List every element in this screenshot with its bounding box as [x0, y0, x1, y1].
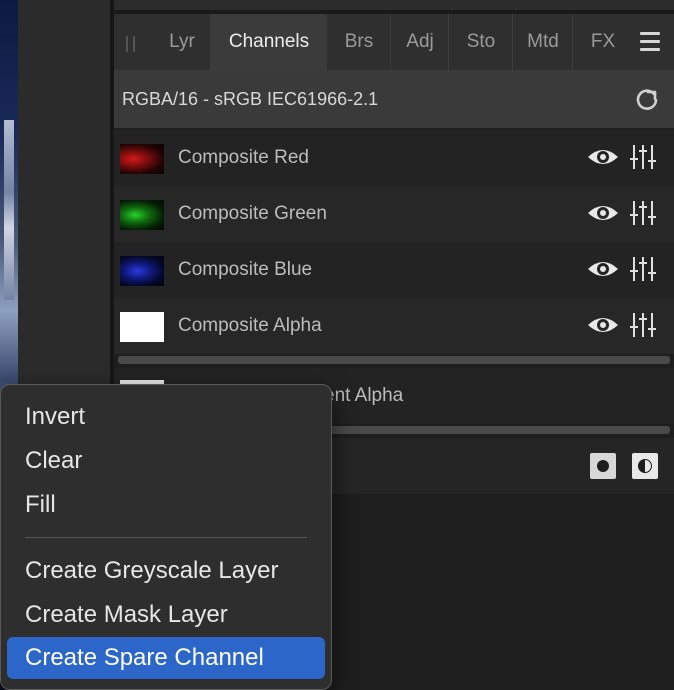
mask-invert-icon[interactable]	[632, 453, 658, 479]
channel-label: ent Alpha	[324, 385, 404, 406]
tab-adjustments[interactable]: Adj	[390, 14, 449, 70]
channel-sliders-icon[interactable]	[629, 255, 657, 283]
channel-thumbnail	[120, 312, 164, 342]
channel-row-alpha[interactable]: Composite Alpha	[114, 298, 674, 354]
menu-item-create-greyscale-layer[interactable]: Create Greyscale Layer	[25, 551, 278, 591]
tab-stock[interactable]: Sto	[448, 14, 513, 70]
channel-sliders-icon[interactable]	[629, 143, 657, 171]
refresh-icon[interactable]	[634, 87, 660, 113]
channel-row-red[interactable]: Composite Red	[114, 130, 674, 186]
visibility-eye-icon[interactable]	[586, 314, 620, 336]
panel-menu-icon[interactable]	[640, 32, 660, 51]
menu-item-label: Create Spare Channel	[25, 644, 264, 671]
section-scrollbar[interactable]	[118, 356, 670, 364]
channel-sliders-icon[interactable]	[629, 199, 657, 227]
tab-brushes[interactable]: Brs	[326, 14, 391, 70]
channel-label: Composite Alpha	[178, 315, 322, 336]
channel-thumbnail	[120, 144, 164, 174]
visibility-eye-icon[interactable]	[586, 258, 620, 280]
channel-label: Composite Green	[178, 203, 327, 224]
channel-thumbnail	[120, 256, 164, 286]
menu-item-fill[interactable]: Fill	[25, 485, 56, 525]
tab-layers[interactable]: Lyr	[154, 14, 210, 70]
tab-metadata[interactable]: Mtd	[512, 14, 573, 70]
menu-item-create-mask-layer[interactable]: Create Mask Layer	[25, 595, 228, 635]
menu-item-invert[interactable]: Invert	[25, 397, 85, 437]
tab-channels[interactable]: Channels	[210, 14, 327, 70]
channel-thumbnail	[120, 200, 164, 230]
visibility-eye-icon[interactable]	[586, 202, 620, 224]
panel-top-strip	[114, 0, 674, 10]
tab-fx[interactable]: FX	[572, 14, 633, 70]
color-profile-label: RGBA/16 - sRGB IEC61966-2.1	[122, 89, 379, 109]
channel-label: Composite Blue	[178, 259, 313, 280]
color-profile-bar: RGBA/16 - sRGB IEC61966-2.1	[114, 70, 674, 128]
menu-separator	[25, 537, 307, 538]
visibility-eye-icon[interactable]	[586, 146, 620, 168]
menu-item-create-spare-channel[interactable]: Create Spare Channel	[7, 637, 325, 679]
channel-sliders-icon[interactable]	[629, 311, 657, 339]
panel-tab-bar: Lyr Channels Brs Adj Sto Mtd FX	[114, 14, 674, 70]
channel-row-green[interactable]: Composite Green	[114, 186, 674, 242]
channel-context-menu: Invert Clear Fill Create Greyscale Layer…	[0, 384, 332, 690]
channel-label: Composite Red	[178, 147, 309, 168]
mask-fill-icon[interactable]	[590, 453, 616, 479]
menu-item-clear[interactable]: Clear	[25, 441, 82, 481]
channel-row-blue[interactable]: Composite Blue	[114, 242, 674, 298]
drag-grip-icon[interactable]	[126, 36, 135, 52]
